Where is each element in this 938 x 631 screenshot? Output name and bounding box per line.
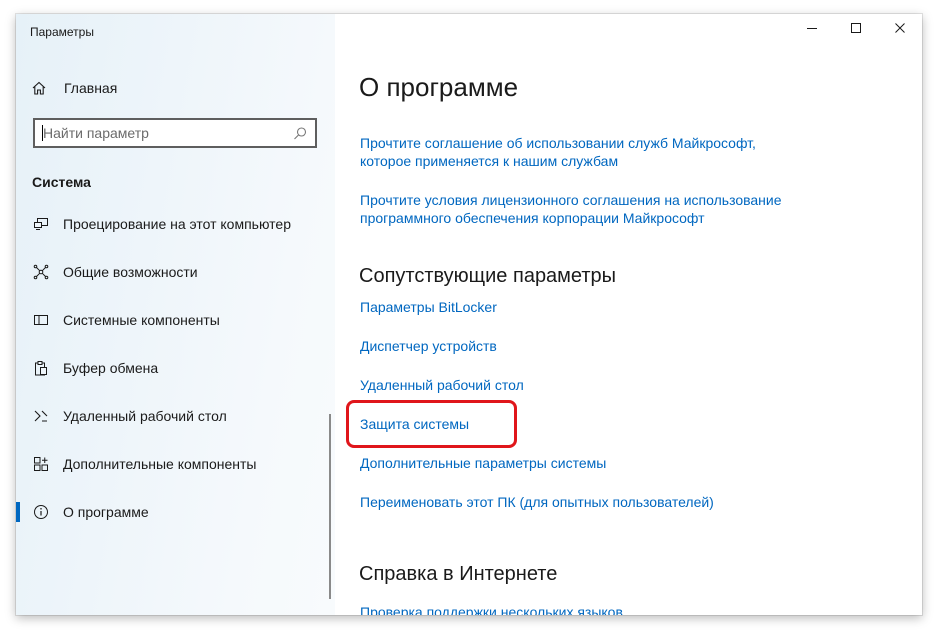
- home-label: Главная: [64, 80, 118, 96]
- close-icon: [894, 21, 906, 39]
- sidebar-item-label: Общие возможности: [63, 264, 198, 280]
- shared-experiences-icon: [32, 263, 50, 281]
- page-title: О программе: [359, 72, 519, 102]
- search-input[interactable]: [43, 120, 283, 146]
- projecting-icon: [32, 215, 50, 233]
- maximize-icon: [850, 21, 862, 39]
- advanced-system-settings-link[interactable]: Дополнительные параметры системы: [360, 454, 606, 472]
- main-content: О программе Прочтите соглашение об испол…: [335, 14, 922, 615]
- sidebar-item-optional-features[interactable]: Дополнительные компоненты: [16, 446, 335, 482]
- close-button[interactable]: [878, 14, 922, 46]
- minimize-icon: [806, 21, 818, 39]
- clipboard-icon: [32, 359, 50, 377]
- sidebar-item-about[interactable]: О программе: [16, 494, 335, 530]
- sidebar-item-shared-experiences[interactable]: Общие возможности: [16, 254, 335, 290]
- sidebar-item-label: Системные компоненты: [63, 312, 220, 328]
- link-line: программного обеспечения корпорации Майк…: [360, 210, 705, 226]
- sidebar-item-label: Проецирование на этот компьютер: [63, 216, 291, 232]
- remote-desktop-icon: [32, 407, 50, 425]
- remote-desktop-link[interactable]: Удаленный рабочий стол: [360, 376, 524, 394]
- minimize-button[interactable]: [790, 14, 834, 46]
- home-icon: [30, 79, 48, 97]
- sidebar-item-remote-desktop[interactable]: Удаленный рабочий стол: [16, 398, 335, 434]
- bitlocker-settings-link[interactable]: Параметры BitLocker: [360, 298, 497, 316]
- sidebar-scrollbar[interactable]: [329, 414, 331, 599]
- settings-window: Параметры Главная Система Проецирование …: [16, 14, 922, 615]
- system-components-icon: [32, 311, 50, 329]
- license-terms-link[interactable]: Прочтите условия лицензионного соглашени…: [360, 191, 782, 227]
- app-title: Параметры: [30, 25, 94, 39]
- sidebar-item-system-components[interactable]: Системные компоненты: [16, 302, 335, 338]
- highlight-annotation: [346, 400, 517, 448]
- home-nav-item[interactable]: Главная: [30, 78, 117, 98]
- search-icon[interactable]: [292, 126, 308, 142]
- online-help-heading: Справка в Интернете: [359, 563, 558, 585]
- selection-indicator: [16, 502, 20, 522]
- section-label: Система: [32, 174, 91, 190]
- sidebar: Параметры Главная Система Проецирование …: [16, 14, 335, 615]
- info-icon: [32, 503, 50, 521]
- maximize-button[interactable]: [834, 14, 878, 46]
- optional-features-icon: [32, 455, 50, 473]
- sidebar-item-label: Дополнительные компоненты: [63, 456, 257, 472]
- ms-services-agreement-link[interactable]: Прочтите соглашение об использовании слу…: [360, 134, 756, 170]
- sidebar-item-label: Буфер обмена: [63, 360, 159, 376]
- device-manager-link[interactable]: Диспетчер устройств: [360, 337, 497, 355]
- sidebar-item-label: О программе: [63, 504, 149, 520]
- language-support-link[interactable]: Проверка поддержки нескольких языков: [360, 603, 623, 615]
- link-line: которое применяется к нашим службам: [360, 153, 619, 169]
- link-line: Прочтите соглашение об использовании слу…: [360, 135, 756, 151]
- sidebar-item-clipboard[interactable]: Буфер обмена: [16, 350, 335, 386]
- search-box[interactable]: [33, 118, 317, 148]
- related-settings-heading: Сопутствующие параметры: [359, 265, 617, 287]
- text-cursor: [42, 125, 43, 141]
- sidebar-item-label: Удаленный рабочий стол: [63, 408, 227, 424]
- sidebar-item-projecting[interactable]: Проецирование на этот компьютер: [16, 206, 335, 242]
- link-line: Прочтите условия лицензионного соглашени…: [360, 192, 782, 208]
- rename-pc-link[interactable]: Переименовать этот ПК (для опытных польз…: [360, 493, 714, 511]
